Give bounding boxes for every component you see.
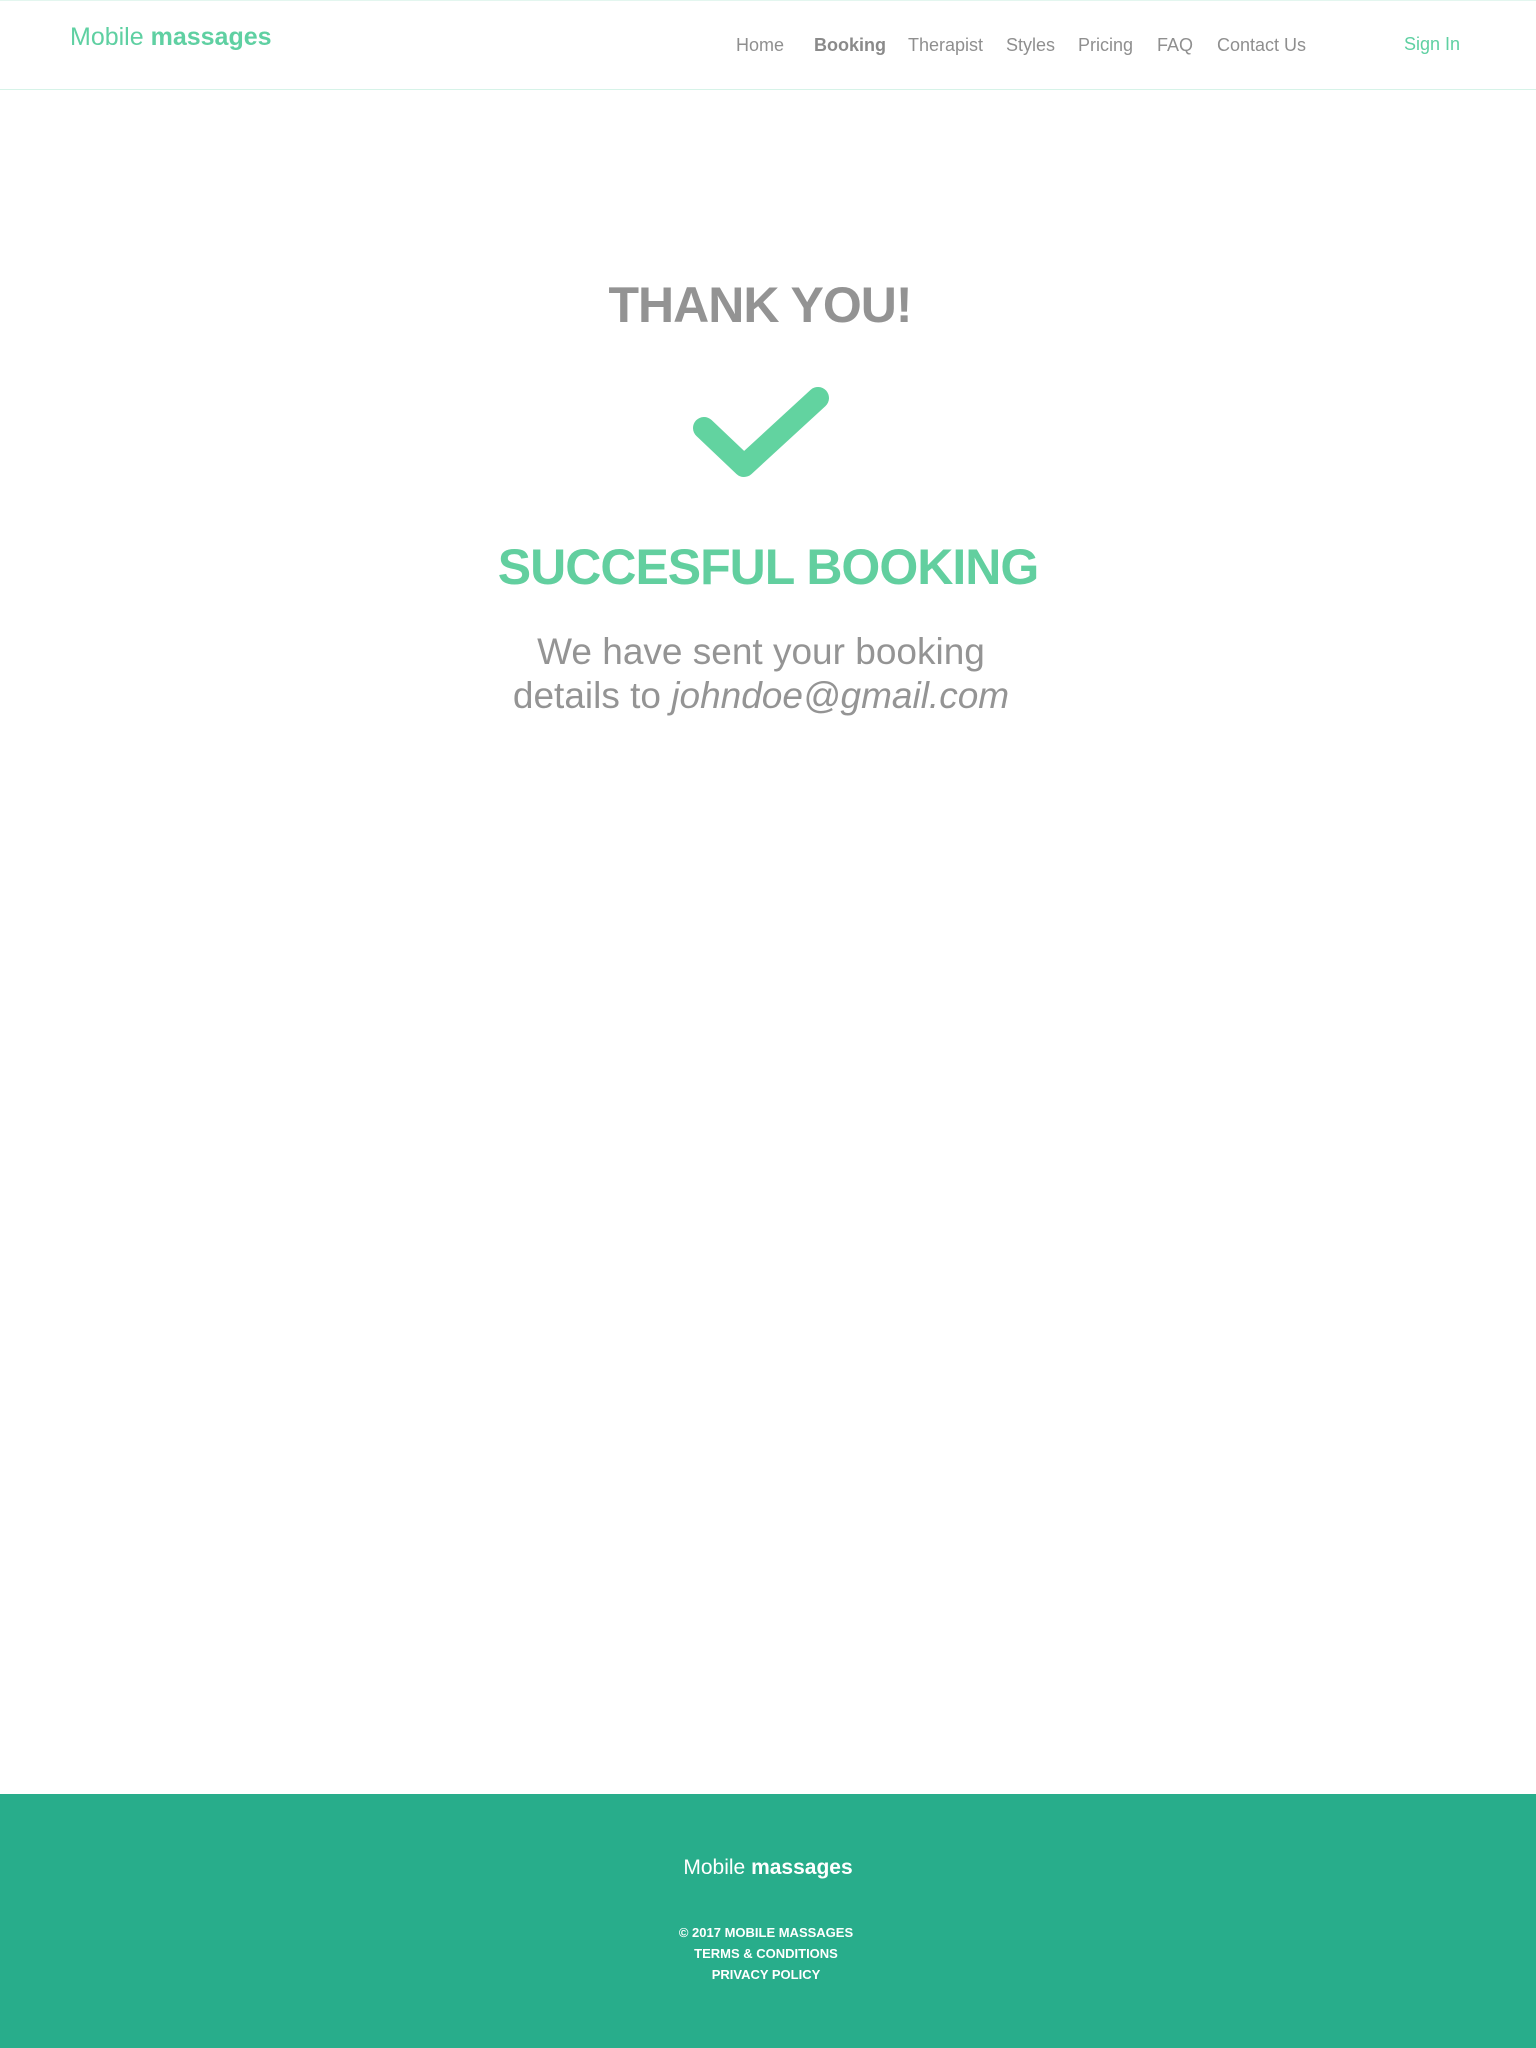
checkmark-svg xyxy=(693,387,829,477)
privacy-link[interactable]: PRIVACY POLICY xyxy=(0,1964,1532,1985)
thank-you-heading: THANK YOU! xyxy=(608,277,913,333)
footer-logo-light-text: Mobile xyxy=(683,1856,746,1879)
sign-in-link[interactable]: Sign In xyxy=(1404,34,1460,55)
message-line-2-prefix: details to xyxy=(512,675,672,716)
nav-item-home[interactable]: Home xyxy=(736,35,784,56)
site-logo[interactable]: Mobile massages xyxy=(70,23,272,52)
success-heading: SUCCESFUL BOOKING xyxy=(497,539,1039,595)
copyright-text: © 2017 MOBILE MASSAGES xyxy=(678,1925,854,1940)
confirmation-message: We have sent your booking details to joh… xyxy=(0,630,1522,718)
logo-light-text: Mobile xyxy=(70,23,144,51)
nav-item-pricing[interactable]: Pricing xyxy=(1078,35,1133,56)
site-header: Mobile massages Home Booking Therapist S… xyxy=(0,0,1536,90)
footer-logo-bold-text: massages xyxy=(751,1856,853,1879)
nav-item-therapist[interactable]: Therapist xyxy=(908,35,983,56)
page: Mobile massages Home Booking Therapist S… xyxy=(0,0,1536,2048)
terms-link[interactable]: TERMS & CONDITIONS xyxy=(0,1943,1532,1964)
site-footer: Mobile massages © 2017 MOBILE MASSAGES T… xyxy=(0,1794,1536,2048)
checkmark-path xyxy=(693,387,829,477)
logo-bold-text: massages xyxy=(150,23,272,51)
nav-item-styles[interactable]: Styles xyxy=(1006,35,1055,56)
footer-links: © 2017 MOBILE MASSAGES TERMS & CONDITION… xyxy=(0,1922,1532,1985)
nav-item-booking[interactable]: Booking xyxy=(814,35,886,56)
footer-logo[interactable]: Mobile massages xyxy=(0,1856,1536,1880)
checkmark-icon xyxy=(692,384,832,494)
email-address: johndoe@gmail.com xyxy=(671,675,1010,716)
message-line-1: We have sent your booking xyxy=(537,631,985,672)
nav-item-faq[interactable]: FAQ xyxy=(1157,35,1193,56)
nav-item-contact-us[interactable]: Contact Us xyxy=(1217,35,1306,56)
